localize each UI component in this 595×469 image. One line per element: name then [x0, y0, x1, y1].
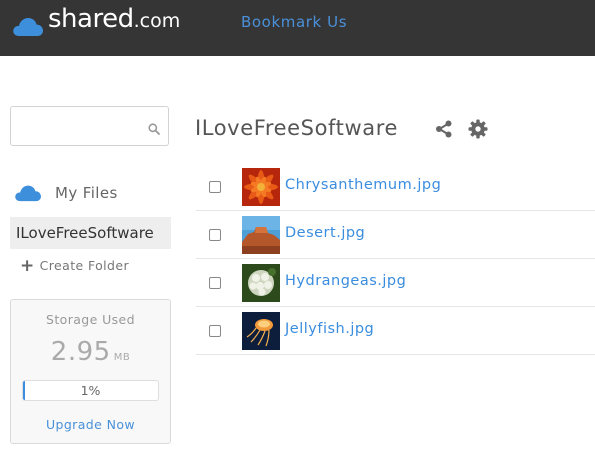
file-checkbox[interactable] [209, 325, 221, 337]
jellyfish-thumbnail[interactable] [242, 312, 280, 350]
cloud-icon [15, 185, 41, 202]
upgrade-now-link[interactable]: Upgrade Now [11, 417, 170, 432]
search-input[interactable] [17, 108, 151, 146]
storage-percent-label: 1% [80, 383, 101, 398]
search-icon[interactable] [148, 120, 160, 139]
storage-title: Storage Used [46, 312, 135, 327]
share-icon[interactable] [434, 119, 454, 143]
my-files-label: My Files [55, 183, 118, 202]
file-checkbox[interactable] [209, 229, 221, 241]
cloud-logo-icon [13, 18, 43, 36]
logo-text: shared.com [48, 3, 180, 37]
page-title: ILoveFreeSoftware [195, 116, 399, 140]
file-checkbox[interactable] [209, 277, 221, 289]
file-name-link[interactable]: Chrysanthemum.jpg [285, 177, 441, 193]
storage-unit: MB [113, 352, 131, 363]
search-box [10, 106, 169, 146]
gear-icon[interactable] [468, 119, 488, 143]
file-row: Hydrangeas.jpg [196, 259, 595, 307]
create-folder-button[interactable]: + Create Folder [20, 255, 129, 276]
file-name-link[interactable]: Hydrangeas.jpg [285, 273, 406, 289]
logo-main-text: shared [48, 4, 134, 34]
folder-actions [434, 119, 502, 143]
create-folder-label: Create Folder [39, 258, 129, 273]
file-checkbox[interactable] [209, 181, 221, 193]
top-bar: shared.com Bookmark Us [0, 0, 595, 56]
plus-icon: + [20, 255, 35, 276]
file-row: Desert.jpg [196, 211, 595, 259]
storage-amount-value: 2.95 [50, 337, 111, 367]
logo-domain-text: .com [133, 10, 181, 32]
file-row: Jellyfish.jpg [196, 307, 595, 355]
storage-panel: Storage Used 2.95 MB 1% Upgrade Now [10, 299, 171, 444]
storage-progress-bar: 1% [22, 380, 159, 401]
desert-thumbnail[interactable] [242, 216, 280, 254]
my-files-nav[interactable]: My Files [14, 183, 118, 202]
storage-amount: 2.95 MB [11, 337, 170, 367]
chrysanthemum-thumbnail[interactable] [242, 168, 280, 206]
shared-logo[interactable]: shared.com [12, 3, 180, 37]
file-name-link[interactable]: Jellyfish.jpg [285, 321, 374, 337]
file-name-link[interactable]: Desert.jpg [285, 225, 365, 241]
file-row: Chrysanthemum.jpg [196, 163, 595, 211]
bookmark-us-link[interactable]: Bookmark Us [241, 13, 347, 31]
sidebar-folder-ilovefreesoftware[interactable]: ILoveFreeSoftware [10, 217, 171, 249]
hydrangeas-thumbnail[interactable] [242, 264, 280, 302]
